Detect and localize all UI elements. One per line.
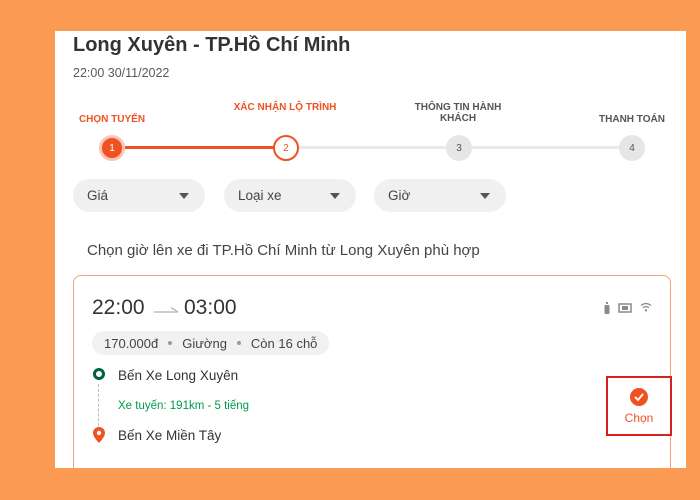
arrival-time: 03:00 <box>184 296 237 319</box>
water-bottle-icon <box>604 302 610 314</box>
step-1-circle[interactable]: 1 <box>99 135 125 161</box>
booking-panel: Long Xuyên - TP.Hồ Chí Minh 22:00 30/11/… <box>55 31 686 468</box>
section-heading: Chọn giờ lên xe đi TP.Hồ Chí Minh từ Lon… <box>87 242 480 259</box>
step-4-label: THANH TOÁN <box>599 114 665 125</box>
route-connector <box>98 384 99 426</box>
step-1-label: CHỌN TUYẾN <box>78 114 146 125</box>
separator-dot <box>236 341 241 345</box>
choose-trip-button[interactable]: Chọn <box>606 376 672 436</box>
trip-datetime: 22:00 30/11/2022 <box>73 66 170 80</box>
filter-time-dropdown[interactable]: Giờ <box>374 179 506 212</box>
trip-seat-type: Giường <box>182 335 227 351</box>
blanket-icon <box>618 303 632 313</box>
trip-price: 170.000đ <box>104 335 159 351</box>
chevron-down-icon <box>330 192 340 199</box>
step-2-label: XÁC NHẬN LỘ TRÌNH <box>233 102 337 113</box>
separator-dot <box>168 341 173 345</box>
trip-arrow-icon <box>154 306 179 313</box>
filter-price-dropdown[interactable]: Giá <box>73 179 205 212</box>
step-progress-line <box>125 146 285 149</box>
wifi-icon <box>640 302 652 312</box>
chevron-down-icon <box>179 192 189 199</box>
destination-station: Bến Xe Miền Tây <box>118 428 222 443</box>
filter-price-label: Giá <box>87 188 109 203</box>
filter-vehicle-type-label: Loại xe <box>238 188 282 203</box>
departure-time: 22:00 <box>92 296 145 319</box>
origin-marker-icon <box>93 368 105 380</box>
chevron-down-icon <box>480 192 490 199</box>
trip-card[interactable]: 22:00 03:00 170.000đ Giường Còn 16 chỗ B… <box>73 275 672 468</box>
step-2-circle[interactable]: 2 <box>273 135 299 161</box>
amenities <box>604 302 652 314</box>
trip-seats-left: Còn 16 chỗ <box>250 335 318 351</box>
check-icon <box>630 387 648 406</box>
destination-pin-icon <box>93 427 105 443</box>
route-info: Xe tuyến: 191km - 5 tiếng <box>118 400 250 412</box>
page-title: Long Xuyên - TP.Hồ Chí Minh <box>73 34 351 56</box>
filter-vehicle-type-dropdown[interactable]: Loại xe <box>224 179 356 212</box>
choose-trip-label: Chọn <box>624 410 654 425</box>
filter-time-label: Giờ <box>388 188 411 203</box>
trip-info-pill: 170.000đ Giường Còn 16 chỗ <box>92 331 330 355</box>
step-3-label: THÔNG TIN HÀNH KHÁCH <box>414 102 502 124</box>
step-4-circle[interactable]: 4 <box>619 135 645 161</box>
step-3-circle[interactable]: 3 <box>446 135 472 161</box>
origin-station: Bến Xe Long Xuyên <box>118 368 239 383</box>
